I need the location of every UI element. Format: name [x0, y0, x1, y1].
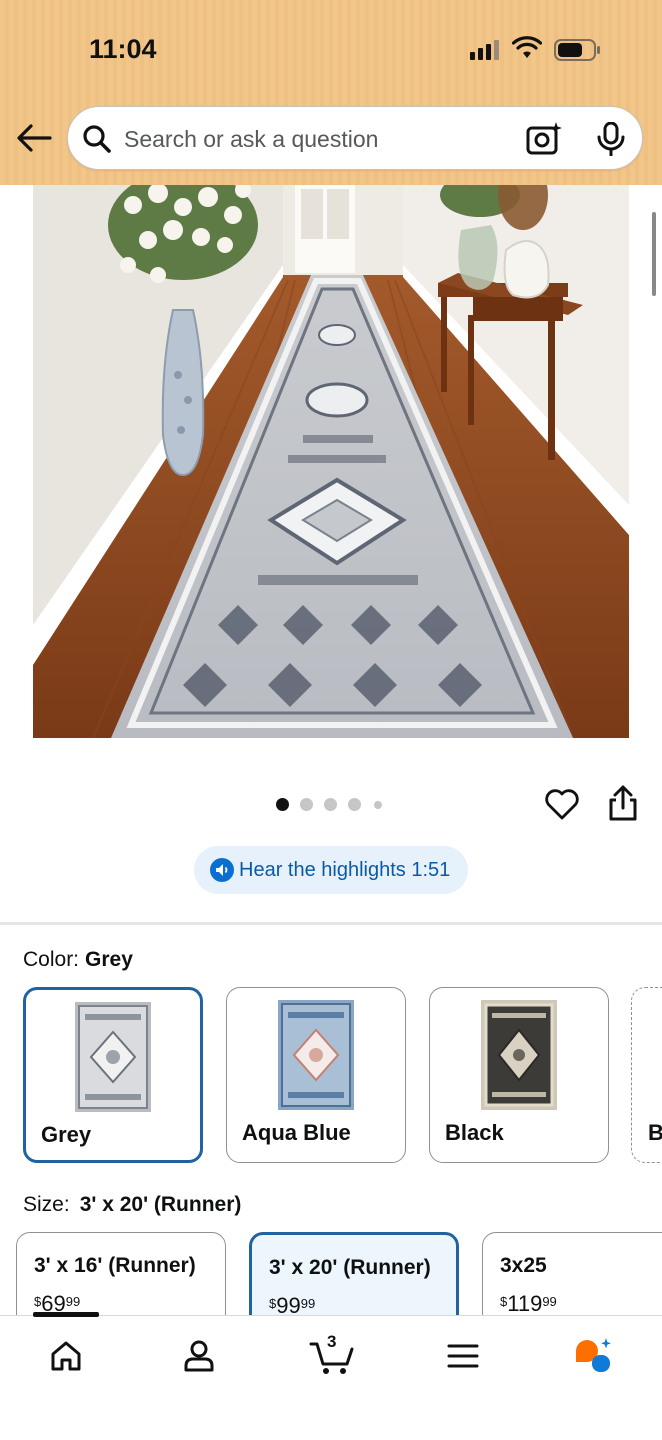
back-arrow-icon[interactable]	[14, 118, 54, 158]
price-currency: $	[269, 1296, 277, 1311]
share-icon[interactable]	[606, 784, 640, 822]
size-label: Size:	[23, 1193, 70, 1216]
camera-search-icon[interactable]	[526, 122, 562, 156]
color-option-black[interactable]: Black	[429, 987, 609, 1163]
grey-rug-thumbnail	[75, 1002, 151, 1112]
hear-highlights-button[interactable]: Hear the highlights 1:51	[194, 846, 468, 894]
price-fraction: 99	[542, 1294, 557, 1309]
pagination-dot[interactable]	[348, 798, 361, 811]
account-icon[interactable]	[179, 1336, 219, 1376]
size-option-label: 3' x 20' (Runner)	[269, 1256, 431, 1279]
rufus-icon[interactable]	[573, 1336, 613, 1376]
black-rug-thumbnail	[481, 1000, 557, 1110]
status-time: 11:04	[89, 34, 157, 64]
hear-highlights-label: Hear the highlights 1:51	[239, 859, 451, 881]
search-input[interactable]: Search or ask a question	[124, 126, 378, 153]
home-icon[interactable]	[46, 1336, 86, 1376]
microphone-icon[interactable]	[596, 122, 626, 156]
color-option-aqua-blue[interactable]: Aqua Blue	[226, 987, 406, 1163]
active-tab-indicator	[33, 1312, 99, 1317]
price-fraction: 99	[65, 1294, 81, 1309]
size-option-price: $11999	[500, 1291, 557, 1317]
wifi-icon	[512, 36, 542, 58]
menu-icon[interactable]	[443, 1336, 483, 1376]
heart-icon[interactable]	[544, 786, 580, 822]
price-fraction: 99	[300, 1296, 316, 1311]
color-option-label: Grey	[41, 1122, 92, 1147]
color-option-more[interactable]: B	[631, 987, 662, 1163]
search-bar[interactable]: Search or ask a question	[67, 106, 643, 170]
color-option-label: Aqua Blue	[242, 1120, 351, 1145]
price-currency: $	[34, 1294, 42, 1309]
size-option-label: 3x25	[500, 1254, 547, 1277]
size-selector-heading: Size: 3' x 20' (Runner)	[23, 1193, 241, 1217]
signal-icon	[470, 40, 500, 60]
hallway-runner-photo	[33, 185, 629, 738]
selected-color: Grey	[85, 948, 133, 971]
price-currency: $	[500, 1294, 508, 1309]
section-divider	[0, 922, 662, 925]
color-selector-heading: Color: Grey	[23, 948, 133, 972]
pagination-dot[interactable]	[324, 798, 337, 811]
audio-icon	[210, 858, 234, 882]
pagination-dot-active[interactable]	[276, 798, 289, 811]
pagination-dot[interactable]	[300, 798, 313, 811]
cart-count: 3	[327, 1332, 337, 1351]
color-option-label: B	[648, 1120, 662, 1146]
selected-size: 3' x 20' (Runner)	[79, 1193, 242, 1216]
pagination-dot[interactable]	[374, 801, 382, 809]
color-label: Color:	[23, 948, 80, 971]
image-pagination[interactable]	[276, 798, 396, 812]
product-image[interactable]	[33, 185, 629, 738]
size-option-label: 3' x 16' (Runner)	[34, 1254, 196, 1277]
color-option-grey[interactable]: Grey	[23, 987, 203, 1163]
price-whole: 119	[507, 1291, 543, 1316]
aqua-blue-rug-thumbnail	[278, 1000, 354, 1110]
battery-icon	[554, 39, 600, 61]
scroll-indicator	[652, 212, 656, 296]
header: 11:04 Search or ask a question	[0, 0, 662, 185]
color-option-label: Black	[445, 1120, 504, 1145]
search-icon	[83, 125, 111, 153]
